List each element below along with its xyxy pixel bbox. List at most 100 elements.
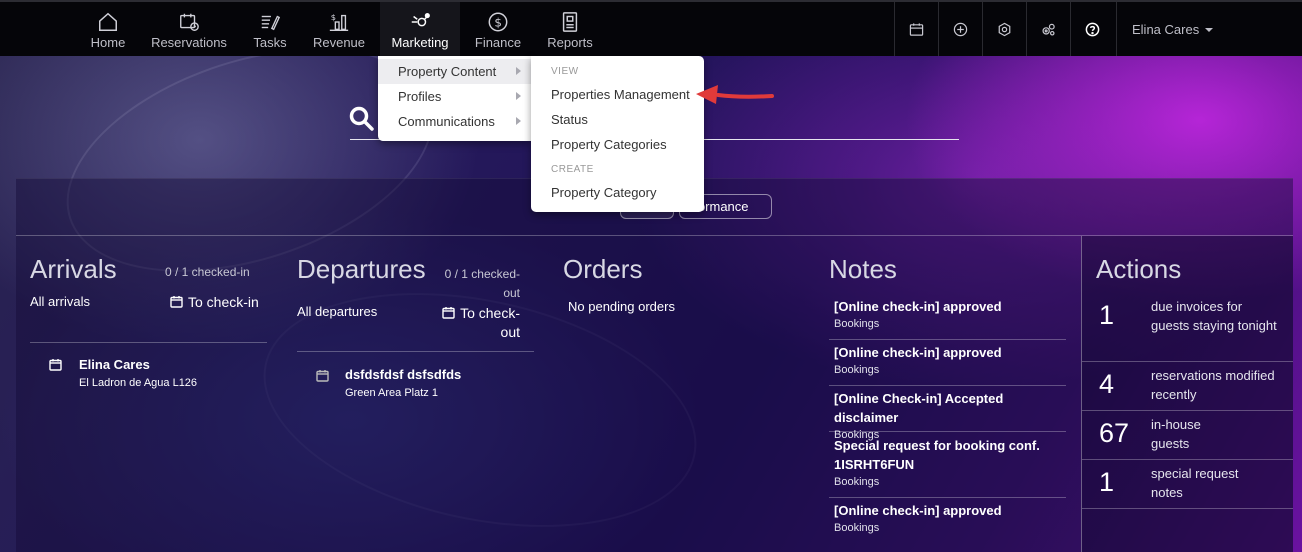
- arrival-guest-location: El Ladron de Agua L126: [79, 377, 198, 389]
- note-category: Bookings: [834, 522, 880, 534]
- menu-item-communications[interactable]: Communications: [378, 109, 531, 134]
- nav-revenue[interactable]: $ Revenue: [310, 2, 368, 56]
- submenu-properties-management[interactable]: Properties Management: [551, 87, 690, 102]
- nav-marketing-label: Marketing: [391, 35, 449, 50]
- divider: [1082, 410, 1293, 411]
- add-button[interactable]: [938, 2, 982, 56]
- submenu-create-header: CREATE: [551, 164, 594, 175]
- departures-to-checkout[interactable]: To check- out: [420, 304, 520, 342]
- submenu-arrow-icon: [516, 67, 521, 75]
- marketing-icon: [411, 13, 430, 27]
- nav-reports[interactable]: Reports: [546, 2, 594, 56]
- departures-count-line1: 0 / 1 checked-: [444, 267, 520, 281]
- departures-count: 0 / 1 checked- out: [420, 265, 520, 303]
- arrivals-to-checkin[interactable]: To check-in: [170, 294, 259, 310]
- calendar-icon: [909, 22, 924, 36]
- action-count[interactable]: 67: [1099, 418, 1129, 449]
- nav-home[interactable]: Home: [88, 2, 128, 56]
- note-item[interactable]: Special request for booking conf. 1ISRHT…: [834, 436, 1054, 491]
- note-category: Bookings: [834, 318, 880, 330]
- home-icon: [99, 12, 117, 31]
- notes-title: Notes: [829, 254, 897, 284]
- calendar-icon: [170, 296, 183, 308]
- arrivals-to-checkin-label: To check-in: [188, 294, 259, 310]
- departures-count-line2: out: [503, 286, 520, 300]
- nav-tasks-label: Tasks: [253, 35, 287, 50]
- action-count[interactable]: 1: [1099, 467, 1114, 498]
- departure-guest-location: Green Area Platz 1: [345, 387, 438, 399]
- action-count[interactable]: 4: [1099, 369, 1114, 400]
- orders-title: Orders: [563, 254, 643, 284]
- divider: [829, 385, 1066, 386]
- note-title: [Online check-in] approved: [834, 345, 1002, 360]
- actions-title: Actions: [1096, 254, 1182, 284]
- divider: [829, 497, 1066, 498]
- menu-item-label: Profiles: [398, 89, 442, 104]
- menu-item-profiles[interactable]: Profiles: [378, 84, 531, 109]
- departures-filter[interactable]: All departures: [297, 304, 377, 319]
- note-item[interactable]: [Online check-in] approved Bookings: [834, 297, 1068, 333]
- nav-finance[interactable]: $ Finance: [474, 2, 522, 56]
- dollar-icon: $: [488, 12, 508, 32]
- arrival-guest-name[interactable]: Elina Cares: [79, 357, 150, 372]
- nav-reports-label: Reports: [547, 35, 593, 50]
- submenu-property-category[interactable]: Property Category: [551, 185, 657, 200]
- submenu-status[interactable]: Status: [551, 112, 588, 127]
- submenu-view-header: VIEW: [551, 66, 579, 77]
- calendar-icon: [49, 359, 62, 371]
- action-label[interactable]: special request notes: [1151, 464, 1241, 502]
- note-title: [Online check-in] approved: [834, 503, 1002, 518]
- action-count[interactable]: 1: [1099, 300, 1114, 331]
- svg-text:$: $: [494, 16, 502, 30]
- submenu-arrow-icon: [516, 117, 521, 125]
- divider: [829, 339, 1066, 340]
- help-button[interactable]: [1070, 2, 1114, 56]
- caret-down-icon: [1205, 28, 1214, 32]
- add-circle-icon: [953, 22, 968, 36]
- nav-marketing[interactable]: Marketing: [380, 2, 460, 56]
- calendar-icon: [442, 307, 455, 319]
- note-item[interactable]: [Online check-in] approved Bookings: [834, 343, 1068, 379]
- note-title: [Online Check-in] Accepted disclaimer: [834, 391, 1004, 425]
- departures-to-checkout-line2: out: [500, 324, 520, 340]
- integrations-button[interactable]: [1026, 2, 1070, 56]
- arrivals-count: 0 / 1 checked-in: [165, 265, 250, 279]
- settings-icon: [998, 22, 1011, 36]
- submenu-arrow-icon: [516, 92, 521, 100]
- nav-reservations[interactable]: Reservations: [150, 2, 228, 56]
- action-label[interactable]: reservations modified recently: [1151, 366, 1281, 404]
- arrivals-filter[interactable]: All arrivals: [30, 294, 90, 309]
- calendar-icon: [316, 370, 329, 382]
- top-navigation-bar: Home Reservations Tasks $ Revenue Market…: [0, 0, 1302, 56]
- menu-item-property-content[interactable]: Property Content: [378, 59, 531, 84]
- nav-revenue-label: Revenue: [312, 35, 366, 50]
- nav-tasks[interactable]: Tasks: [250, 2, 290, 56]
- svg-text:$: $: [331, 12, 336, 22]
- note-category: Bookings: [834, 476, 880, 488]
- note-title: [Online check-in] approved: [834, 299, 1002, 314]
- report-icon: [562, 12, 578, 32]
- action-label[interactable]: in-house guests: [1151, 415, 1221, 453]
- nav-reservations-label: Reservations: [151, 35, 227, 50]
- departures-to-checkout-line1: To check-: [460, 305, 520, 321]
- menu-item-label: Communications: [398, 114, 495, 129]
- nav-finance-label: Finance: [474, 35, 522, 50]
- annotation-arrow-icon: [696, 85, 774, 104]
- note-title: Special request for booking conf. 1ISRHT…: [834, 438, 1040, 472]
- menu-item-label: Property Content: [398, 64, 497, 79]
- arrivals-title: Arrivals: [30, 254, 117, 284]
- submenu-property-categories[interactable]: Property Categories: [551, 137, 667, 152]
- revenue-chart-icon: $: [329, 12, 349, 31]
- note-item[interactable]: [Online check-in] approved Bookings: [834, 501, 1068, 537]
- user-menu[interactable]: Elina Cares: [1116, 2, 1302, 56]
- orders-empty-text: No pending orders: [568, 299, 675, 314]
- divider: [297, 351, 534, 352]
- departure-guest-name[interactable]: dsfdsfdsf dsfsdfds: [345, 367, 461, 382]
- calendar-button[interactable]: [894, 2, 938, 56]
- divider: [1082, 361, 1293, 362]
- divider: [1082, 508, 1293, 509]
- settings-button[interactable]: [982, 2, 1026, 56]
- search-icon[interactable]: [348, 105, 376, 133]
- note-category: Bookings: [834, 364, 880, 376]
- action-label[interactable]: due invoices for guests staying tonight: [1151, 297, 1281, 335]
